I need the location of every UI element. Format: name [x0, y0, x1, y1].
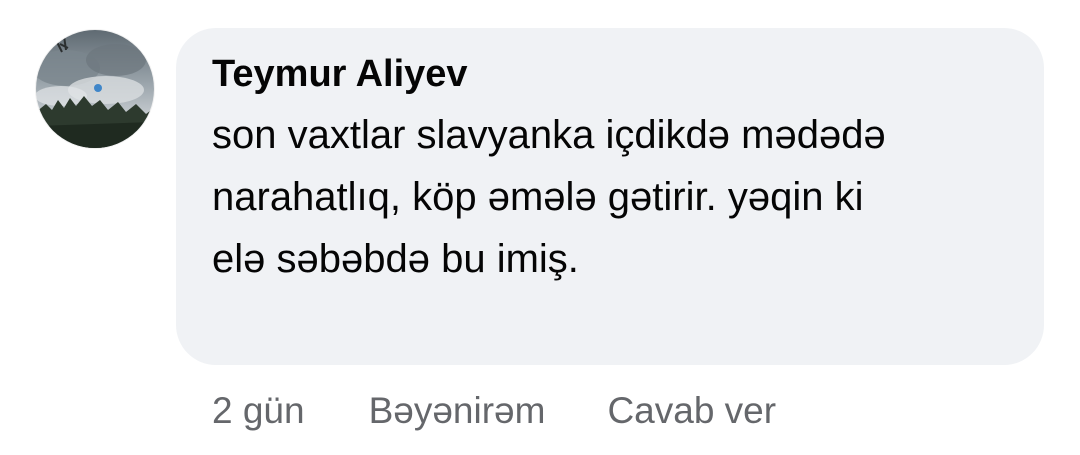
comment-bubble: Teymur Aliyev son vaxtlar slavyanka içdi… — [176, 28, 1044, 365]
avatar[interactable] — [36, 30, 154, 148]
comment-actions: 2 gün Bəyənirəm Cavab ver — [212, 386, 838, 436]
like-button[interactable]: Bəyənirəm — [369, 390, 546, 432]
reply-button[interactable]: Cavab ver — [607, 390, 776, 432]
comment-text: son vaxtlar slavyanka içdikdə mədədə nar… — [212, 113, 886, 281]
comment-author[interactable]: Teymur Aliyev — [212, 52, 468, 96]
avatar-image — [36, 30, 154, 148]
comment-timestamp[interactable]: 2 gün — [212, 390, 305, 432]
